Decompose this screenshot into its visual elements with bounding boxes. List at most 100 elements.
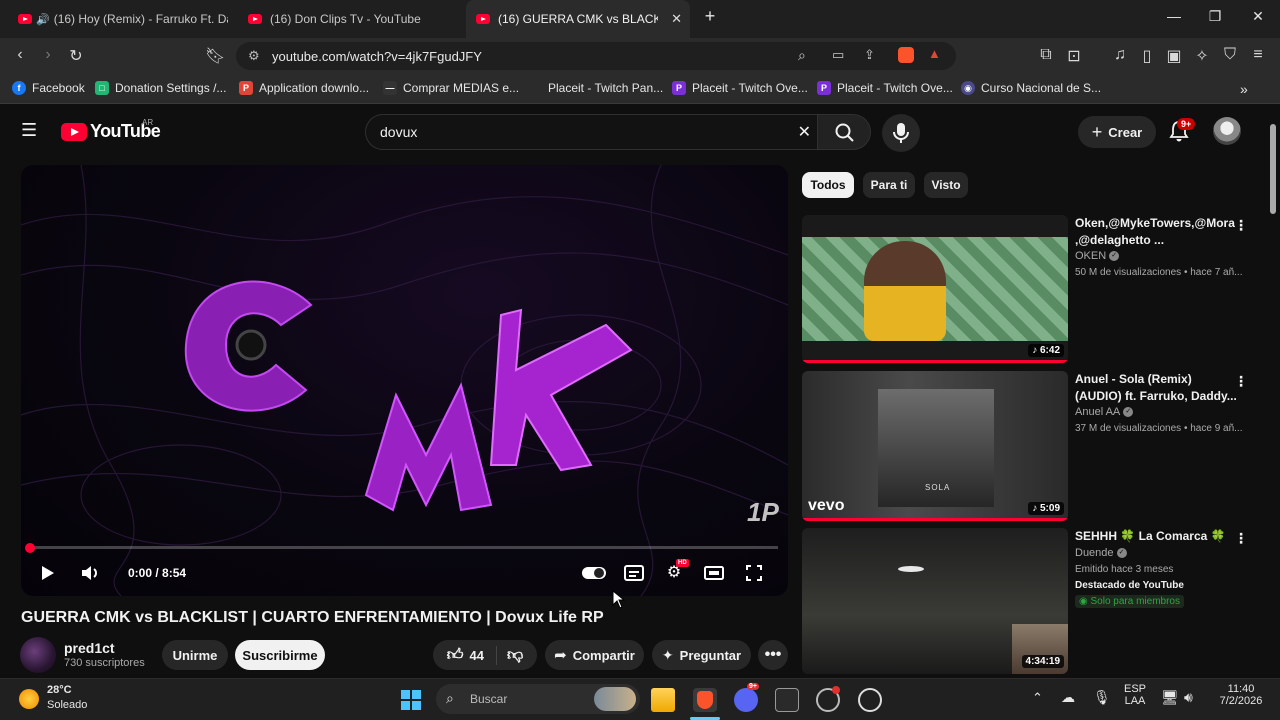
recommendation-channel[interactable]: OKEN ✓ bbox=[1075, 250, 1120, 262]
like-button[interactable]: 👍︎ 44 bbox=[447, 645, 497, 665]
bookmark-item[interactable]: ◉ Curso Nacional de S... bbox=[961, 81, 1101, 95]
fullscreen-button[interactable] bbox=[742, 561, 766, 585]
wallet-icon[interactable]: ▣ bbox=[1164, 46, 1184, 66]
vpn-icon[interactable]: ⛉ bbox=[1220, 46, 1240, 64]
search-box[interactable]: dovux ✕ bbox=[365, 114, 817, 150]
video-thumbnail[interactable]: 4:34:19 bbox=[802, 528, 1068, 674]
settings-button[interactable]: ⚙︎ HD bbox=[662, 559, 689, 585]
search-input[interactable]: dovux bbox=[380, 124, 417, 140]
join-button[interactable]: Unirme bbox=[162, 640, 228, 670]
network-icon[interactable]: 🖥︎ bbox=[1161, 689, 1179, 706]
search-button[interactable] bbox=[817, 114, 871, 150]
clear-search-icon[interactable]: ✕ bbox=[798, 122, 811, 142]
capture-app-icon[interactable] bbox=[775, 688, 799, 712]
chip-todos[interactable]: Todos bbox=[802, 172, 854, 198]
progress-bar[interactable] bbox=[31, 546, 778, 549]
browser-tab-1[interactable]: 🔊 (16) Hoy (Remix) - Farruko Ft. Dad bbox=[8, 0, 228, 38]
weather-desc[interactable]: Soleado bbox=[47, 699, 87, 711]
recommendation-channel[interactable]: Duende ✓ bbox=[1075, 547, 1127, 559]
theater-mode-button[interactable] bbox=[702, 561, 726, 585]
browser-tab-3-active[interactable]: (16) GUERRA CMK vs BLACKLIST ✕ bbox=[466, 0, 690, 38]
onedrive-icon[interactable]: ☁︎ bbox=[1061, 689, 1075, 706]
recommendation-item[interactable]: ♪ 6:42 Oken,@MykeTowers,@Mora ,@delaghet… bbox=[802, 215, 1257, 363]
microphone-tray-icon[interactable]: 🎙︎ bbox=[1093, 689, 1111, 706]
create-button[interactable]: + Crear bbox=[1078, 116, 1156, 148]
bookmark-item[interactable]: — Comprar MEDIAS e... bbox=[383, 81, 519, 95]
extensions-icon[interactable]: ⧉ bbox=[1036, 46, 1056, 64]
brave-browser-taskbar-icon[interactable] bbox=[693, 688, 717, 712]
leo-ai-icon[interactable]: ✧ bbox=[1192, 46, 1212, 66]
dislike-button[interactable]: 👎︎ bbox=[503, 646, 523, 665]
more-options-icon[interactable]: ⋮ bbox=[1234, 373, 1248, 390]
language-indicator[interactable]: ESP LAA bbox=[1120, 683, 1150, 707]
more-options-icon[interactable]: ⋮ bbox=[1234, 530, 1248, 547]
recommendation-title[interactable]: Anuel - Sola (Remix) (AUDIO) ft. Farruko… bbox=[1075, 371, 1240, 405]
obs-icon[interactable] bbox=[816, 686, 840, 712]
site-info-icon[interactable]: ⚙︎ bbox=[248, 48, 260, 64]
recommendation-item[interactable]: SOLA vevo ♪ 5:09 Anuel - Sola (Remix) (A… bbox=[802, 371, 1257, 521]
sidebar-icon[interactable]: ▯ bbox=[1137, 46, 1157, 66]
brave-rewards-icon[interactable]: ▲ bbox=[928, 46, 941, 61]
channel-name[interactable]: pred1ct bbox=[64, 640, 115, 656]
show-hidden-icons[interactable]: ⌃ bbox=[1032, 690, 1043, 706]
tab-search-icon[interactable]: ⊡ bbox=[1064, 46, 1084, 66]
more-actions-button[interactable]: ••• bbox=[758, 640, 788, 670]
address-bar[interactable]: ⚙︎ youtube.com/watch?v=4jk7FgudJFY ⌕ ▭ ⇪… bbox=[236, 42, 956, 70]
clock[interactable]: 11:40 7/2/2026 bbox=[1213, 683, 1269, 707]
share-icon[interactable]: ⇪ bbox=[864, 47, 875, 63]
bookmark-item[interactable]: □ Donation Settings /... bbox=[95, 81, 226, 95]
chip-visto[interactable]: Visto bbox=[924, 172, 968, 198]
page-scrollbar[interactable] bbox=[1268, 104, 1280, 678]
file-explorer-icon[interactable] bbox=[651, 688, 675, 712]
recommendation-title[interactable]: SEHHH 🍀 La Comarca 🍀 bbox=[1075, 528, 1240, 545]
play-button[interactable] bbox=[35, 561, 59, 585]
channel-avatar[interactable] bbox=[20, 637, 56, 673]
bookmark-item[interactable]: P Placeit - Twitch Ove... bbox=[817, 81, 953, 95]
forward-icon[interactable]: › bbox=[38, 46, 58, 64]
youtube-logo-icon[interactable] bbox=[61, 123, 87, 141]
progress-scrubber[interactable] bbox=[25, 543, 35, 553]
scrollbar-thumb[interactable] bbox=[1270, 124, 1276, 214]
video-player[interactable]: 1P 0:00 / 8:54 ⚙︎ HD bbox=[21, 165, 788, 596]
settings-app-icon[interactable] bbox=[858, 688, 882, 712]
video-thumbnail[interactable]: ♪ 6:42 bbox=[802, 215, 1068, 363]
more-options-icon[interactable]: ⋮ bbox=[1234, 217, 1248, 234]
reload-icon[interactable]: ↻ bbox=[66, 46, 86, 66]
bookmark-item[interactable]: P Placeit - Twitch Ove... bbox=[672, 81, 808, 95]
share-button[interactable]: ➦ Compartir bbox=[545, 640, 644, 670]
subscribe-button[interactable]: Suscribirme bbox=[235, 640, 325, 670]
windows-start-icon[interactable] bbox=[399, 688, 423, 712]
channel-watermark[interactable]: 1P bbox=[747, 497, 779, 528]
discord-icon[interactable]: 9+ bbox=[734, 683, 759, 712]
recommendation-title[interactable]: Oken,@MykeTowers,@Mora ,@delaghetto ... bbox=[1075, 215, 1240, 249]
weather-sun-icon[interactable] bbox=[19, 689, 39, 709]
hamburger-menu-icon[interactable]: ☰ bbox=[21, 120, 37, 141]
weather-temp[interactable]: 28°C bbox=[47, 684, 72, 696]
voice-search-button[interactable] bbox=[882, 114, 920, 152]
menu-icon[interactable]: ≡ bbox=[1248, 46, 1268, 64]
maximize-icon[interactable]: ❐ bbox=[1203, 8, 1227, 25]
video-thumbnail[interactable]: SOLA vevo ♪ 5:09 bbox=[802, 371, 1068, 521]
brave-shields-icon[interactable] bbox=[898, 47, 914, 63]
taskbar-search[interactable]: ⌕ Buscar bbox=[436, 684, 640, 714]
recommendation-item[interactable]: 4:34:19 SEHHH 🍀 La Comarca 🍀 Duende ✓ Emi… bbox=[802, 528, 1257, 674]
subtitles-button[interactable] bbox=[622, 561, 646, 585]
bookmark-item[interactable]: P Application downlo... bbox=[239, 81, 369, 95]
bookmark-item[interactable]: Placeit - Twitch Pan... bbox=[528, 81, 663, 95]
new-tab-icon[interactable]: + bbox=[698, 6, 722, 27]
back-icon[interactable]: ‹ bbox=[10, 46, 30, 64]
volume-tray-icon[interactable]: 🔊︎ bbox=[1184, 689, 1193, 706]
browser-tab-2[interactable]: (16) Don Clips Tv - YouTube bbox=[238, 0, 458, 38]
cast-icon[interactable]: ▭ bbox=[832, 47, 844, 63]
volume-button[interactable] bbox=[78, 561, 102, 585]
ask-button[interactable]: ✦ Preguntar bbox=[652, 640, 751, 670]
chip-para-ti[interactable]: Para ti bbox=[863, 172, 915, 198]
zoom-icon[interactable]: ⌕ bbox=[798, 47, 806, 64]
minimize-icon[interactable]: — bbox=[1162, 8, 1186, 24]
account-avatar[interactable] bbox=[1213, 117, 1241, 145]
bookmark-item[interactable]: f Facebook bbox=[12, 81, 85, 95]
bookmark-icon[interactable]: 🔖︎ bbox=[205, 46, 225, 66]
recommendation-channel[interactable]: Anuel AA ✓ bbox=[1075, 406, 1134, 418]
autoplay-toggle[interactable] bbox=[581, 561, 606, 585]
close-window-icon[interactable]: ✕ bbox=[1246, 8, 1270, 25]
